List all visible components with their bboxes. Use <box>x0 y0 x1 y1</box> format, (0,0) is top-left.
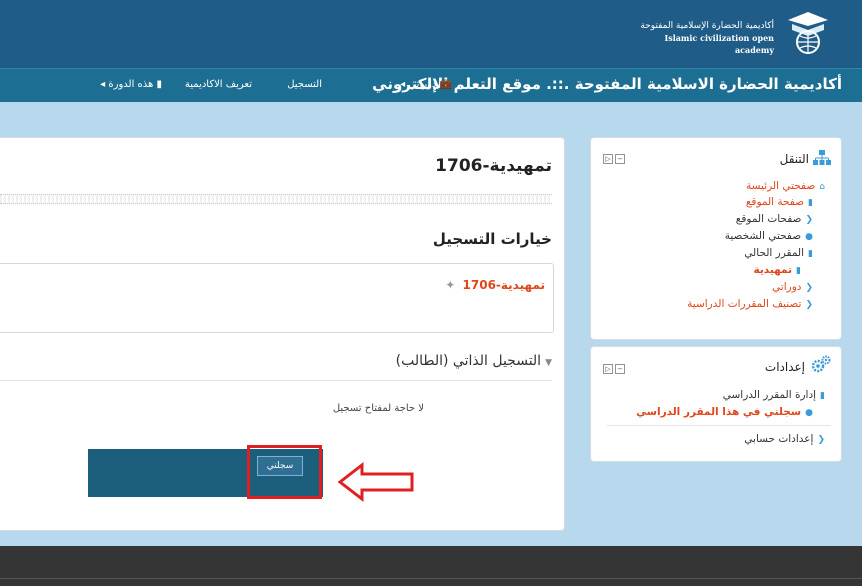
no-key-required-text: لا حاجة لمفتاح تسجيل <box>332 403 424 414</box>
settings-my-account[interactable]: ❮إعدادات حسابي <box>744 433 825 445</box>
collapse-block-icon[interactable]: − <box>615 154 625 164</box>
nav-label: دوراتي <box>408 79 437 90</box>
chevron-left-icon: ❮ <box>817 435 825 445</box>
user-icon: ● <box>805 232 813 242</box>
course-name-link[interactable]: تمهيدية-1706 ✦ <box>445 278 545 292</box>
nav-tree-my-profile[interactable]: ●صفحتي الشخصية <box>725 230 813 242</box>
nav-tree-course-tamhidiya[interactable]: ▮تمهيدية <box>753 264 801 276</box>
self-enrolment-section-toggle[interactable]: ▼التسجيل الذاتي (الطالب) <box>396 353 552 369</box>
divider <box>607 425 831 426</box>
briefcase-icon: 💼 <box>439 79 452 90</box>
academy-emblem-icon <box>788 12 828 54</box>
tree-label: سجلني في هذا المقرر الدراسي <box>636 406 802 418</box>
main-content-panel: تمهيدية-1706 خيارات التسجيل تمهيدية-1706… <box>0 137 565 531</box>
caret-left-icon: ◂ <box>400 79 406 90</box>
settings-enrol-me-link[interactable]: ●سجلني في هذا المقرر الدراسي <box>636 406 813 418</box>
enrolment-options-heading: خيارات التسجيل <box>432 230 552 248</box>
caret-down-icon: ▼ <box>545 358 552 368</box>
divider <box>0 380 552 381</box>
logo-arabic-text: أكاديمية الحضارة الإسلامية المفتوحة <box>640 21 774 31</box>
block-controls: ▷ − <box>603 154 625 164</box>
red-arrow-annotation-icon <box>337 461 414 503</box>
folder-icon: ▮ <box>796 266 801 276</box>
dotted-separator <box>0 194 552 204</box>
highlight-box <box>247 445 322 499</box>
settings-course-administration[interactable]: ▮إدارة المقرر الدراسي <box>723 389 825 401</box>
tree-label: تمهيدية <box>753 264 793 276</box>
nav-label: هذه الدورة <box>108 79 154 90</box>
block-controls: ▷ − <box>603 364 625 374</box>
book-icon: ▮ <box>156 79 162 90</box>
nav-tree-my-home[interactable]: ⌂صفحتي الرئيسة <box>746 180 825 192</box>
folder-open-icon: ▮ <box>808 249 813 259</box>
nav-item-about-academy[interactable]: تعريف الاكاديمية <box>185 79 252 90</box>
page-footer <box>0 546 862 586</box>
nav-item-this-course[interactable]: ▮ هذه الدورة ◂ <box>100 79 162 90</box>
caret-left-icon: ◂ <box>100 79 106 90</box>
navigation-block: التنقل ▷ − ⌂صفحتي الرئيسة ▮صفحة الموقع ❮… <box>590 137 842 340</box>
chevron-left-icon: ❮ <box>805 300 813 310</box>
folder-open-icon: ▮ <box>820 391 825 401</box>
settings-block-title: إعدادات <box>764 360 805 374</box>
nav-tree-site-pages[interactable]: ❮صفحات الموقع <box>736 213 813 225</box>
navigation-block-title: التنقل <box>779 152 809 166</box>
nav-tree-site-home[interactable]: ▮صفحة الموقع <box>746 196 813 208</box>
page-icon: ▮ <box>808 198 813 208</box>
tree-label: إعدادات حسابي <box>744 433 814 445</box>
course-link-label: تمهيدية-1706 <box>462 278 545 292</box>
dock-block-icon[interactable]: ▷ <box>603 364 613 374</box>
sitemap-icon <box>813 150 831 165</box>
course-info-box: تمهيدية-1706 ✦ <box>0 263 554 333</box>
nav-item-my-courses[interactable]: 💼 دوراتي ◂ <box>400 79 452 90</box>
tree-label: صفحتي الشخصية <box>724 230 802 242</box>
nav-tree-my-courses[interactable]: ❮دوراتي <box>772 281 813 293</box>
logo-english-text: Islamic civilization open academy <box>664 33 774 55</box>
tree-label: المقرر الحالي <box>744 247 805 259</box>
nav-tree-course-categories[interactable]: ❮تصنيف المقررات الدراسية <box>687 298 813 310</box>
tree-label: صفحة الموقع <box>745 196 805 208</box>
dock-block-icon[interactable]: ▷ <box>603 154 613 164</box>
tree-label: إدارة المقرر الدراسي <box>722 389 817 401</box>
collapse-block-icon[interactable]: − <box>615 364 625 374</box>
settings-block: إعدادات ▷ − ▮إدارة المقرر الدراسي ●سجلني… <box>590 346 842 462</box>
gears-icon <box>811 355 831 373</box>
course-icon: ✦ <box>445 278 456 292</box>
nav-item-register[interactable]: التسجيل <box>287 79 322 90</box>
chevron-left-icon: ❮ <box>805 283 813 293</box>
top-header: أكاديمية الحضارة الإسلامية المفتوحة Isla… <box>0 0 862 68</box>
tree-label: دوراتي <box>772 281 802 293</box>
tree-label: تصنيف المقررات الدراسية <box>687 298 802 310</box>
tree-label: صفحتي الرئيسة <box>746 180 816 192</box>
page-title: تمهيدية-1706 <box>435 156 552 176</box>
user-icon: ● <box>805 408 813 418</box>
home-icon: ⌂ <box>819 182 825 192</box>
nav-tree-current-course[interactable]: ▮المقرر الحالي <box>744 247 813 259</box>
section-label: التسجيل الذاتي (الطالب) <box>395 353 542 369</box>
tree-label: صفحات الموقع <box>735 213 802 225</box>
chevron-left-icon: ❮ <box>805 215 813 225</box>
academy-logo[interactable]: أكاديمية الحضارة الإسلامية المفتوحة Isla… <box>624 6 834 58</box>
main-navbar: أكاديمية الحضارة الاسلامية المفتوحة .::.… <box>0 68 862 102</box>
footer-divider <box>0 578 862 579</box>
